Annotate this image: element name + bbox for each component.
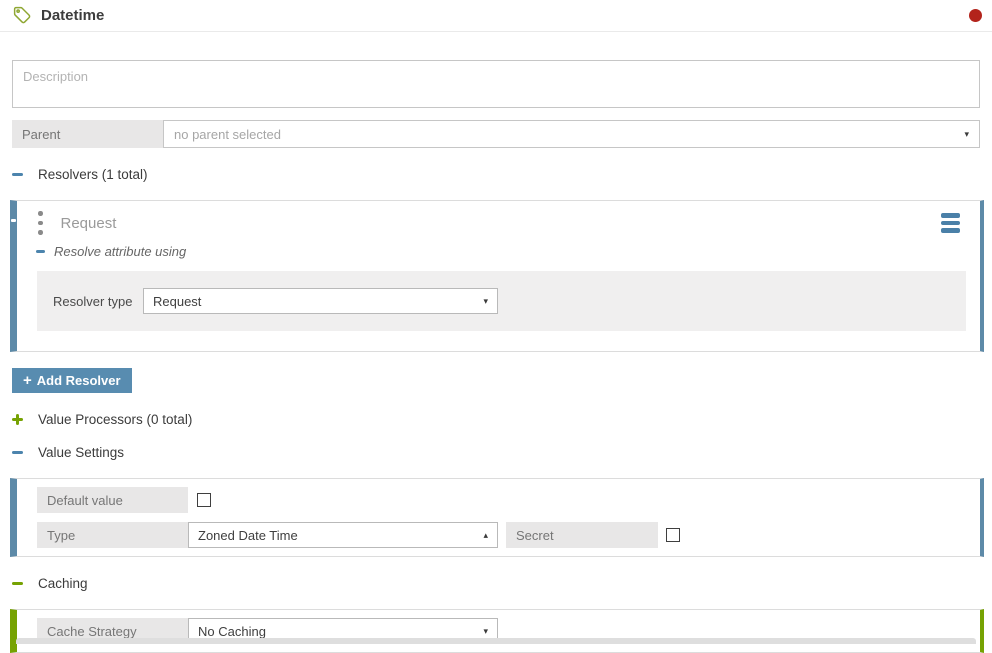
- parent-field-row: Parent no parent selected ▾: [12, 120, 980, 148]
- section-label: Resolvers (1 total): [38, 167, 148, 182]
- default-value-label: Default value: [37, 487, 188, 513]
- section-label: Value Settings: [38, 445, 124, 460]
- resolver-type-value: Request: [153, 294, 201, 309]
- expand-plus-icon[interactable]: [12, 414, 23, 425]
- resolver-group-label: Resolve attribute using: [54, 244, 186, 259]
- secret-label: Secret: [506, 522, 658, 548]
- bottom-divider: [16, 638, 976, 644]
- type-row: Type Zoned Date Time ▴ Secret: [37, 522, 980, 548]
- secret-checkbox[interactable]: [666, 528, 680, 542]
- collapse-minus-icon[interactable]: [12, 173, 23, 176]
- collapse-minus-icon[interactable]: [36, 250, 45, 253]
- parent-select[interactable]: no parent selected ▾: [163, 120, 980, 148]
- section-label: Value Processors (0 total): [38, 412, 192, 427]
- type-select[interactable]: Zoned Date Time ▴: [188, 522, 498, 548]
- resolver-card: Request Resolve attribute using Resolver…: [10, 200, 984, 352]
- type-select-value: Zoned Date Time: [198, 528, 298, 543]
- resolver-type-panel: Resolver type Request ▾: [37, 271, 966, 331]
- section-toggle-resolvers[interactable]: Resolvers (1 total): [12, 167, 992, 181]
- resolver-group-toggle[interactable]: Resolve attribute using: [36, 244, 980, 259]
- collapse-minus-icon[interactable]: [12, 451, 23, 454]
- chevron-up-icon: ▴: [483, 531, 488, 540]
- attribute-editor-page: Datetime Parent no parent selected ▾ Res…: [0, 0, 992, 653]
- parent-field-label: Parent: [12, 120, 163, 148]
- section-label: Caching: [38, 576, 88, 591]
- section-toggle-value-processors[interactable]: Value Processors (0 total): [12, 412, 992, 426]
- section-toggle-caching[interactable]: Caching: [12, 576, 992, 590]
- caching-card: Cache Strategy No Caching ▾: [10, 609, 984, 653]
- collapse-minus-icon[interactable]: [12, 582, 23, 585]
- add-resolver-label: Add Resolver: [37, 373, 121, 388]
- menu-icon[interactable]: [941, 213, 960, 233]
- chevron-down-icon: ▾: [964, 130, 969, 139]
- default-value-checkbox[interactable]: [197, 493, 211, 507]
- page-header: Datetime: [0, 0, 992, 32]
- type-label: Type: [37, 522, 188, 548]
- add-resolver-button[interactable]: + Add Resolver: [12, 368, 132, 393]
- default-value-row: Default value: [37, 487, 980, 513]
- tag-icon: [12, 5, 33, 26]
- value-settings-card: Default value Type Zoned Date Time ▴ Sec…: [10, 478, 984, 557]
- resolver-type-select[interactable]: Request ▾: [143, 288, 498, 314]
- drag-handle-icon[interactable]: [36, 209, 45, 237]
- resolver-type-label: Resolver type: [53, 294, 143, 309]
- chevron-down-icon: ▾: [483, 297, 488, 306]
- status-dot: [969, 9, 982, 22]
- description-input[interactable]: [12, 60, 980, 108]
- section-toggle-value-settings[interactable]: Value Settings: [12, 445, 992, 459]
- page-title: Datetime: [41, 7, 104, 24]
- plus-icon: +: [23, 373, 32, 388]
- parent-select-value: no parent selected: [174, 127, 281, 142]
- chevron-down-icon: ▾: [483, 627, 488, 636]
- card-collapse-minus-icon[interactable]: [11, 219, 16, 222]
- cache-strategy-value: No Caching: [198, 624, 266, 639]
- resolver-card-header: Request: [36, 211, 960, 235]
- resolver-title: Request: [61, 215, 117, 232]
